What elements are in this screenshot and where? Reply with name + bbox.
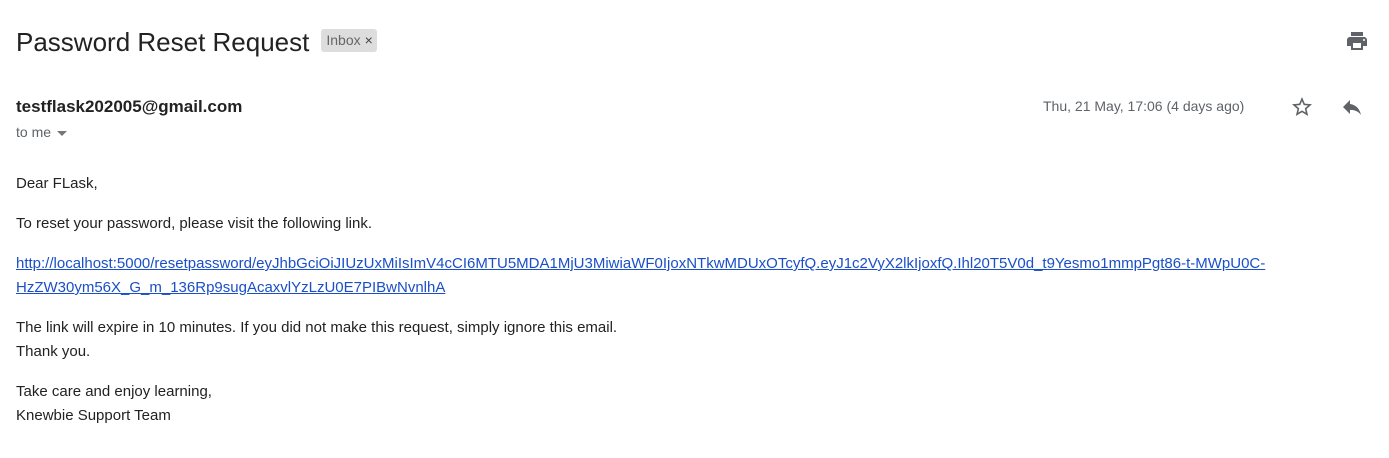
- email-date: Thu, 21 May, 17:06 (4 days ago): [1043, 98, 1245, 114]
- print-icon[interactable]: [1345, 29, 1369, 53]
- thank-you-text: Thank you.: [16, 343, 91, 360]
- sender-email[interactable]: testflask202005@gmail.com: [16, 97, 242, 117]
- remove-label-icon[interactable]: ×: [365, 32, 373, 48]
- signoff-paragraph: Take care and enjoy learning, Knewbie Su…: [16, 380, 212, 428]
- star-icon[interactable]: [1290, 95, 1314, 119]
- subject-row: Password Reset Request Inbox ×: [16, 24, 377, 60]
- recipient-text: to me: [16, 124, 52, 140]
- reset-password-link[interactable]: http://localhost:5000/resetpassword/eyJh…: [16, 252, 1376, 300]
- signoff-text: Take care and enjoy learning,: [16, 383, 212, 400]
- reset-link-line-2[interactable]: HzZW30ym56X_G_m_136Rp9sugAcaxvlYzLzU0E7P…: [16, 276, 1376, 300]
- expiry-paragraph: The link will expire in 10 minutes. If y…: [16, 316, 617, 364]
- inbox-label-text: Inbox: [326, 31, 361, 48]
- inbox-label-chip[interactable]: Inbox ×: [321, 28, 377, 52]
- chevron-down-icon[interactable]: [57, 130, 68, 136]
- signature-text: Knewbie Support Team: [16, 407, 171, 424]
- reset-link-line-1[interactable]: http://localhost:5000/resetpassword/eyJh…: [16, 252, 1376, 276]
- reply-icon[interactable]: [1340, 95, 1364, 119]
- recipient-row: to me: [16, 124, 68, 140]
- expiry-text: The link will expire in 10 minutes. If y…: [16, 319, 618, 336]
- email-subject: Password Reset Request: [16, 27, 310, 57]
- instruction-text: To reset your password, please visit the…: [16, 215, 373, 232]
- greeting-text: Dear FLask,: [16, 175, 98, 192]
